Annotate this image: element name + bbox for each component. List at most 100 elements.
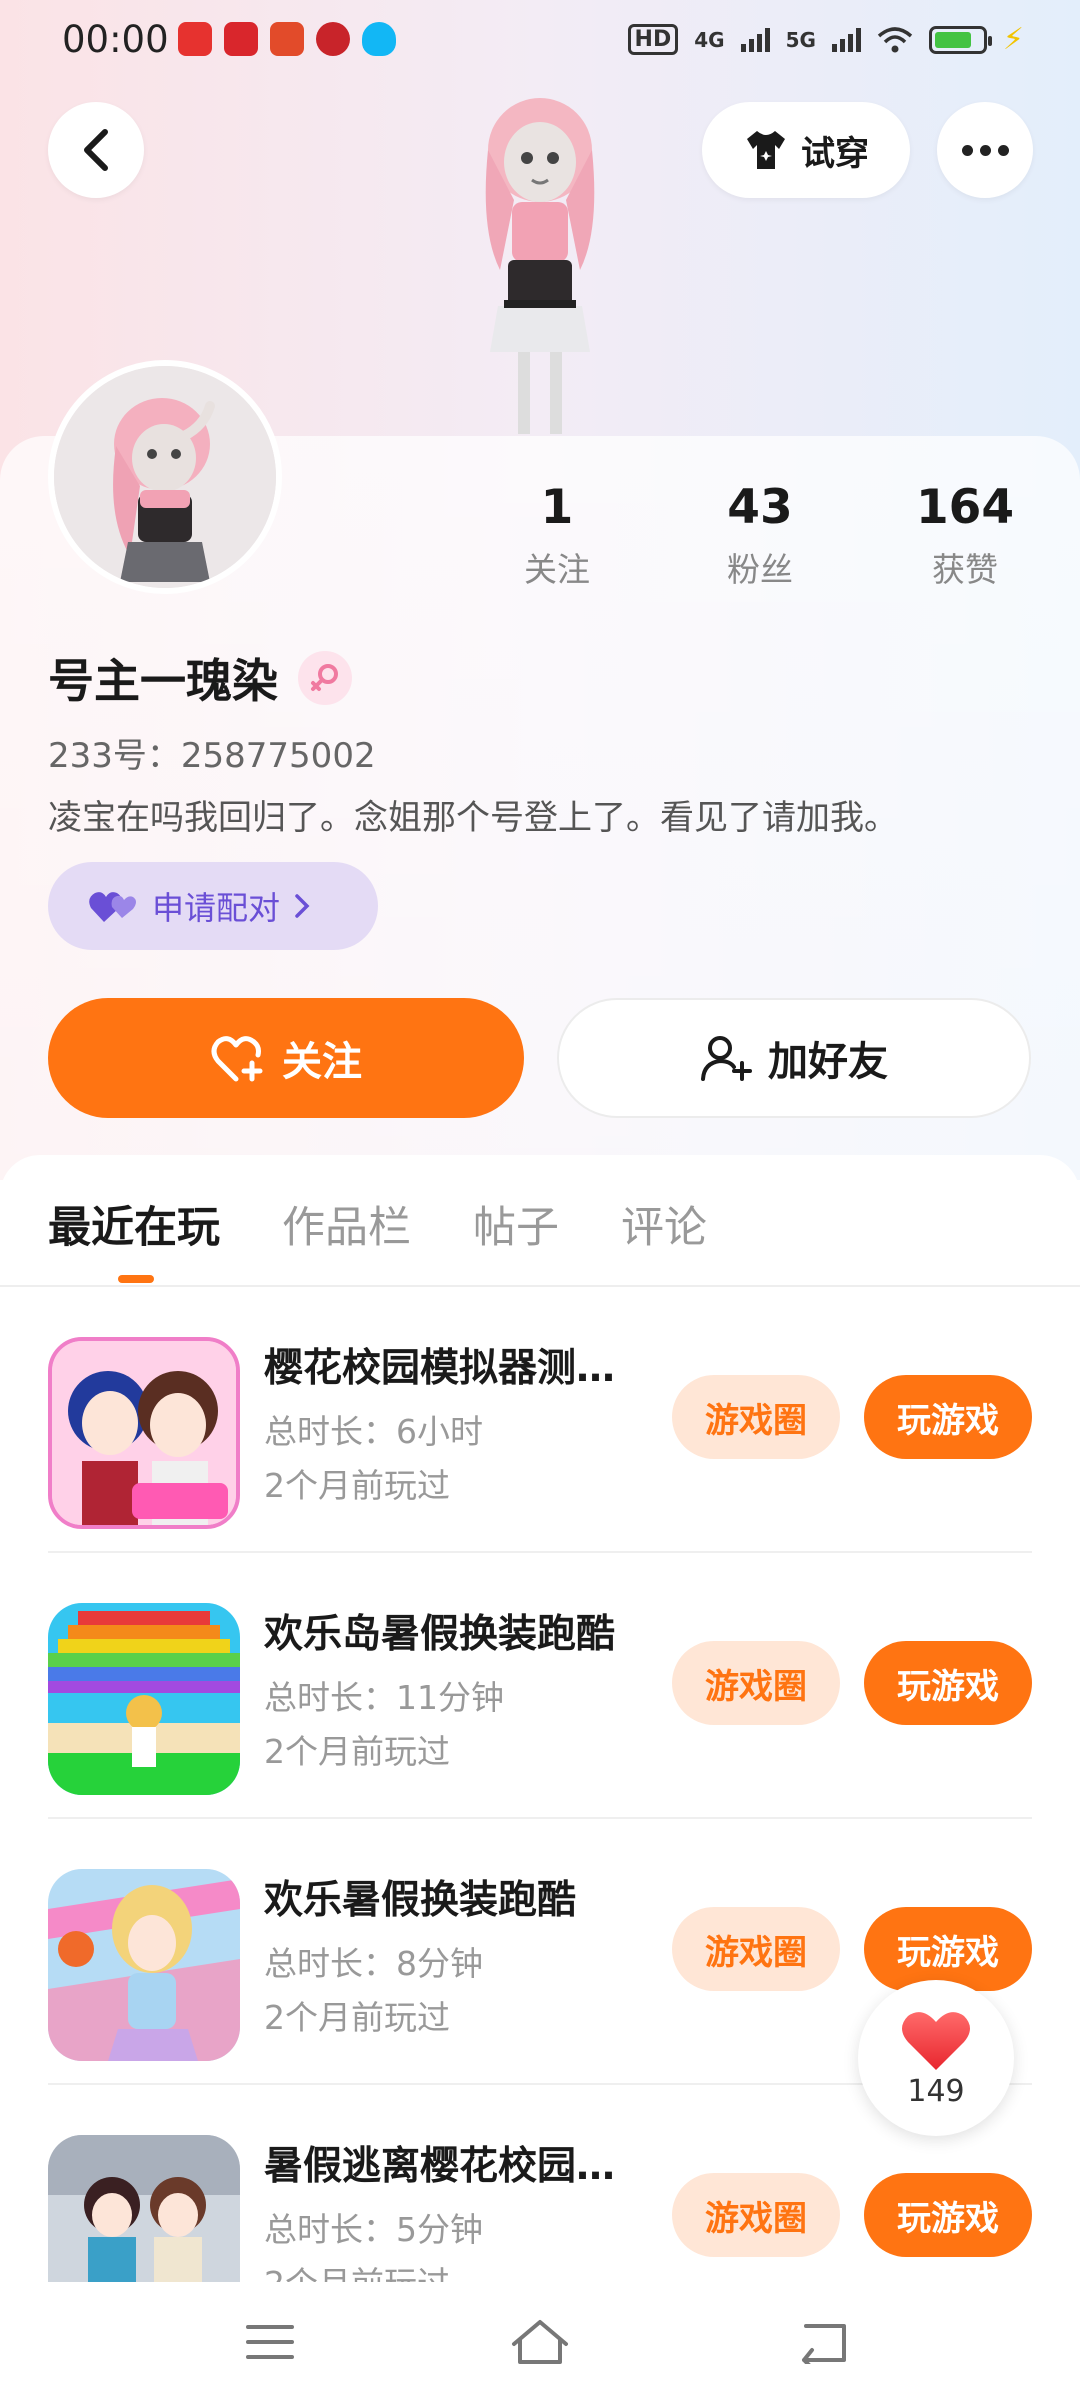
- follow-button[interactable]: 关注: [48, 998, 524, 1118]
- qq-icon: [362, 22, 396, 56]
- game-last-played: 2个月前玩过: [264, 1998, 450, 2037]
- game-name: 欢乐暑假换装跑酷: [264, 1878, 577, 1923]
- likes-stat[interactable]: 164 获赞: [895, 480, 1035, 591]
- tab-works[interactable]: 作品栏: [282, 1193, 411, 1255]
- app-notif-icon: [270, 22, 304, 56]
- game-last-played: 2个月前玩过: [264, 1732, 450, 1771]
- menu-icon: [246, 2325, 294, 2359]
- username-row: 号主一瑰染: [48, 645, 352, 711]
- game-duration: 总时长：6小时: [264, 1412, 483, 1451]
- heart-icon: [902, 2011, 970, 2070]
- play-game-button[interactable]: 玩游戏: [864, 1907, 1032, 1991]
- hd-icon: HD: [627, 24, 679, 55]
- profile-tabs: 最近在玩 作品栏 帖子 评论: [48, 1193, 707, 1283]
- game-thumbnail[interactable]: [48, 1337, 240, 1529]
- game-duration: 总时长：11分钟: [264, 1678, 504, 1717]
- likes-count: 164: [915, 480, 1015, 535]
- play-game-label: 玩游戏: [897, 1400, 999, 1441]
- app-notif-icon: [224, 22, 258, 56]
- more-dot: [997, 144, 1009, 156]
- play-game-label: 玩游戏: [897, 1932, 999, 1973]
- chevron-left-icon: [84, 129, 108, 171]
- chevron-right-icon: [295, 894, 310, 918]
- app-notif-icon: [178, 22, 212, 56]
- game-name: 樱花校园模拟器测…: [264, 1346, 616, 1391]
- floating-like-button[interactable]: 149: [858, 1980, 1014, 2136]
- game-thumbnail[interactable]: [48, 1603, 240, 1795]
- request-pair-button[interactable]: 申请配对: [48, 862, 378, 950]
- game-name: 暑假逃离樱花校园…: [264, 2144, 616, 2189]
- notification-icons: [178, 22, 396, 56]
- game-list: 樱花校园模拟器测… 总时长：6小时 2个月前玩过 游戏圈 玩游戏 欢乐岛暑假换装…: [0, 1287, 1080, 2351]
- game-circle-label: 游戏圈: [705, 2198, 807, 2239]
- game-circle-button[interactable]: 游戏圈: [672, 1907, 840, 1991]
- followers-label: 粉丝: [727, 550, 793, 589]
- game-duration: 总时长：8分钟: [264, 1944, 483, 1983]
- menu-nav-button[interactable]: [230, 2312, 310, 2372]
- charging-icon: ⚡: [1002, 22, 1024, 57]
- signal-icon: [740, 27, 770, 52]
- game-circle-label: 游戏圈: [705, 1666, 807, 1707]
- followers-count: 43: [727, 480, 793, 535]
- play-game-label: 玩游戏: [897, 1666, 999, 1707]
- likes-label: 获赞: [932, 550, 998, 589]
- following-stat[interactable]: 1 关注: [487, 480, 627, 591]
- back-icon: [802, 2324, 846, 2364]
- tshirt-icon: [747, 131, 785, 169]
- status-time: 00:00: [62, 18, 169, 61]
- tab-recently-played[interactable]: 最近在玩: [48, 1193, 220, 1283]
- username: 号主一瑰染: [48, 654, 278, 708]
- game-circle-button[interactable]: 游戏圈: [672, 1375, 840, 1459]
- follow-label: 关注: [282, 1039, 362, 1085]
- play-game-label: 玩游戏: [897, 2198, 999, 2239]
- female-icon: [298, 651, 352, 705]
- game-name: 欢乐岛暑假换装跑酷: [264, 1612, 616, 1657]
- network-5g-label: 5G: [785, 27, 816, 52]
- avatar-character-figure[interactable]: [440, 90, 640, 438]
- play-game-button[interactable]: 玩游戏: [864, 1641, 1032, 1725]
- like-count: 149: [907, 2073, 965, 2109]
- app-notif-icon: [316, 22, 350, 56]
- play-game-button[interactable]: 玩游戏: [864, 2173, 1032, 2257]
- add-user-icon: [701, 1036, 752, 1081]
- home-nav-button[interactable]: [500, 2312, 580, 2372]
- bio: 凌宝在吗我回归了。念姐那个号登上了。看见了请加我。: [48, 798, 898, 838]
- back-nav-button[interactable]: [784, 2312, 864, 2372]
- game-circle-label: 游戏圈: [705, 1932, 807, 1973]
- try-on-label: 试穿: [801, 133, 869, 174]
- hearts-icon: [89, 892, 136, 922]
- followers-stat[interactable]: 43 粉丝: [690, 480, 830, 591]
- game-duration: 总时长：5分钟: [264, 2210, 483, 2249]
- game-last-played: 2个月前玩过: [264, 1466, 450, 1505]
- status-indicators: HD 4G 5G ⚡: [627, 22, 1024, 57]
- more-button[interactable]: [937, 102, 1033, 198]
- play-game-button[interactable]: 玩游戏: [864, 1375, 1032, 1459]
- status-bar: 00:00 HD 4G 5G ⚡: [0, 0, 1080, 84]
- request-pair-label: 申请配对: [152, 889, 281, 927]
- more-dot: [979, 144, 991, 156]
- home-icon: [512, 2320, 568, 2364]
- back-button[interactable]: [48, 102, 144, 198]
- user-id: 233号：258775002: [48, 736, 376, 776]
- add-friend-label: 加好友: [768, 1039, 888, 1085]
- signal-icon: [831, 27, 861, 52]
- content-section: 最近在玩 作品栏 帖子 评论 樱花校园模拟器测… 总时长：6小时 2个月前玩过 …: [0, 1155, 1080, 2408]
- following-label: 关注: [524, 550, 590, 589]
- game-list-item[interactable]: 欢乐岛暑假换装跑酷 总时长：11分钟 2个月前玩过 游戏圈 玩游戏: [0, 1553, 1080, 1819]
- game-circle-label: 游戏圈: [705, 1400, 807, 1441]
- battery-icon: [928, 25, 992, 54]
- avatar-image: [54, 366, 276, 588]
- add-friend-button[interactable]: 加好友: [557, 998, 1031, 1118]
- tab-posts[interactable]: 帖子: [473, 1193, 559, 1255]
- avatar[interactable]: [48, 360, 282, 594]
- game-thumbnail[interactable]: [48, 1869, 240, 2061]
- game-circle-button[interactable]: 游戏圈: [672, 2173, 840, 2257]
- try-on-button[interactable]: 试穿: [702, 102, 910, 198]
- heart-plus-icon: [211, 1036, 263, 1082]
- following-count: 1: [540, 480, 574, 535]
- tab-comments[interactable]: 评论: [621, 1193, 707, 1255]
- network-4g-label: 4G: [694, 27, 725, 52]
- more-dots-icon: [961, 144, 973, 156]
- game-circle-button[interactable]: 游戏圈: [672, 1641, 840, 1725]
- game-list-item[interactable]: 樱花校园模拟器测… 总时长：6小时 2个月前玩过 游戏圈 玩游戏: [0, 1287, 1080, 1553]
